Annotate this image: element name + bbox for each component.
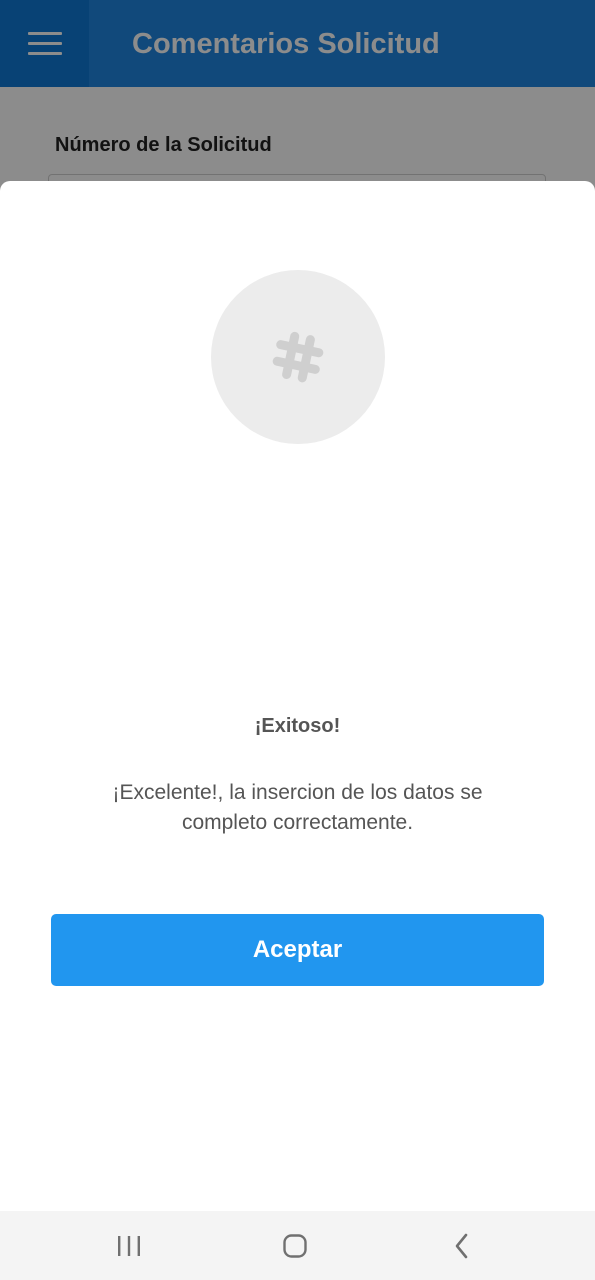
dialog-icon-circle bbox=[211, 270, 385, 444]
recent-apps-button[interactable] bbox=[89, 1211, 169, 1280]
dialog-title: ¡Exitoso! bbox=[254, 715, 341, 737]
dialog-message: ¡Excelente!, la insercion de los datos s… bbox=[112, 781, 483, 834]
system-nav-bar bbox=[0, 1211, 595, 1280]
home-icon bbox=[283, 1233, 307, 1258]
home-button[interactable] bbox=[255, 1211, 335, 1280]
hashtag-icon bbox=[272, 331, 324, 383]
back-icon bbox=[455, 1233, 468, 1258]
success-dialog: ¡Exitoso! ¡Excelente!, la insercion de l… bbox=[0, 181, 595, 1211]
back-button[interactable] bbox=[422, 1211, 502, 1280]
accept-button[interactable]: Aceptar bbox=[51, 914, 544, 986]
recent-apps-icon bbox=[118, 1235, 140, 1256]
